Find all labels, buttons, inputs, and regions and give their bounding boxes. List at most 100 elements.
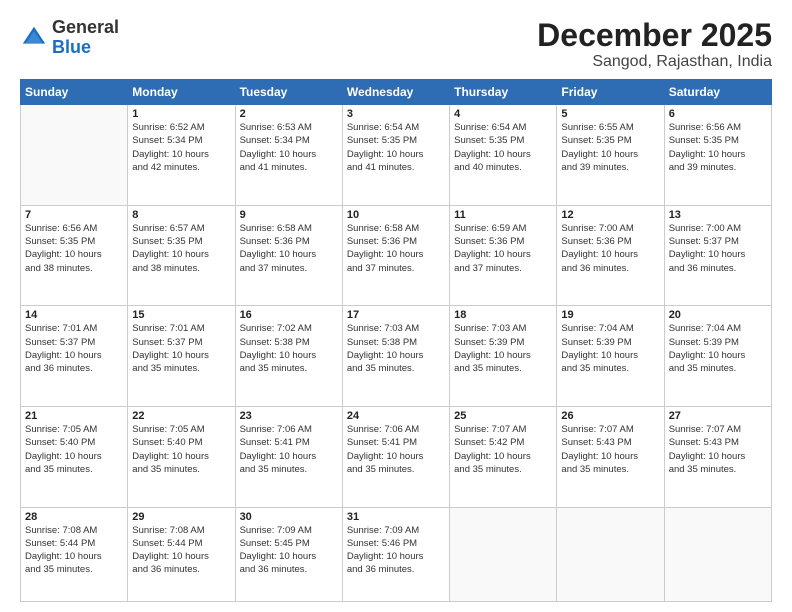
cell-info-line: Daylight: 10 hours [347,450,445,463]
cell-info-line: Sunset: 5:37 PM [669,235,767,248]
calendar-cell: 14Sunrise: 7:01 AMSunset: 5:37 PMDayligh… [21,306,128,407]
header: General Blue December 2025 Sangod, Rajas… [20,18,772,71]
day-number: 16 [240,309,338,321]
cell-info-line: and 37 minutes. [347,262,445,275]
cell-info-line: Sunset: 5:44 PM [132,537,230,550]
cell-info-line: Sunrise: 7:07 AM [669,423,767,436]
day-number: 20 [669,309,767,321]
cell-info-line: Daylight: 10 hours [25,450,123,463]
cell-info-line: Sunset: 5:35 PM [132,235,230,248]
calendar-cell: 18Sunrise: 7:03 AMSunset: 5:39 PMDayligh… [450,306,557,407]
cell-info-line: Sunset: 5:40 PM [132,436,230,449]
weekday-friday: Friday [557,80,664,105]
cell-info-line: and 36 minutes. [240,563,338,576]
cell-info-line: Daylight: 10 hours [454,148,552,161]
cell-info-line: Sunset: 5:45 PM [240,537,338,550]
cell-info-line: Sunset: 5:35 PM [561,134,659,147]
logo-blue-text: Blue [52,37,91,57]
cell-info-line: Sunset: 5:39 PM [669,336,767,349]
cell-info-line: and 40 minutes. [454,161,552,174]
week-row-3: 14Sunrise: 7:01 AMSunset: 5:37 PMDayligh… [21,306,772,407]
day-number: 10 [347,209,445,221]
day-number: 21 [25,410,123,422]
cell-info-line: Sunrise: 6:53 AM [240,121,338,134]
weekday-monday: Monday [128,80,235,105]
cell-info-line: Sunrise: 7:08 AM [25,524,123,537]
cell-info-line: Daylight: 10 hours [669,248,767,261]
cell-info-line: Sunset: 5:36 PM [561,235,659,248]
cell-info-line: Sunset: 5:42 PM [454,436,552,449]
calendar-cell: 22Sunrise: 7:05 AMSunset: 5:40 PMDayligh… [128,406,235,507]
cell-info-line: and 39 minutes. [669,161,767,174]
cell-info-line: Daylight: 10 hours [347,550,445,563]
calendar-cell: 28Sunrise: 7:08 AMSunset: 5:44 PMDayligh… [21,507,128,601]
calendar-cell: 10Sunrise: 6:58 AMSunset: 5:36 PMDayligh… [342,205,449,306]
cell-info-line: Daylight: 10 hours [561,349,659,362]
cell-info-line: and 35 minutes. [561,463,659,476]
calendar-cell: 23Sunrise: 7:06 AMSunset: 5:41 PMDayligh… [235,406,342,507]
cell-info-line: and 35 minutes. [347,463,445,476]
cell-info-line: Daylight: 10 hours [669,349,767,362]
cell-info-line: and 36 minutes. [132,563,230,576]
cell-info-line: Sunrise: 7:04 AM [561,322,659,335]
logo-general-text: General [52,17,119,37]
weekday-saturday: Saturday [664,80,771,105]
cell-info-line: and 35 minutes. [132,362,230,375]
calendar-cell [664,507,771,601]
cell-info-line: and 35 minutes. [347,362,445,375]
day-number: 2 [240,108,338,120]
cell-info-line: Sunrise: 7:08 AM [132,524,230,537]
cell-info-line: and 38 minutes. [25,262,123,275]
cell-info-line: and 35 minutes. [240,463,338,476]
page: General Blue December 2025 Sangod, Rajas… [0,0,792,612]
cell-info-line: Sunset: 5:41 PM [347,436,445,449]
cell-info-line: and 35 minutes. [454,362,552,375]
cell-info-line: Sunrise: 6:58 AM [347,222,445,235]
cell-info-line: Sunset: 5:43 PM [561,436,659,449]
calendar-cell: 15Sunrise: 7:01 AMSunset: 5:37 PMDayligh… [128,306,235,407]
weekday-header-row: SundayMondayTuesdayWednesdayThursdayFrid… [21,80,772,105]
day-number: 15 [132,309,230,321]
cell-info-line: Daylight: 10 hours [132,349,230,362]
cell-info-line: Daylight: 10 hours [240,148,338,161]
cell-info-line: Sunset: 5:40 PM [25,436,123,449]
calendar-cell: 9Sunrise: 6:58 AMSunset: 5:36 PMDaylight… [235,205,342,306]
day-number: 1 [132,108,230,120]
calendar-cell: 13Sunrise: 7:00 AMSunset: 5:37 PMDayligh… [664,205,771,306]
cell-info-line: Sunrise: 7:03 AM [454,322,552,335]
cell-info-line: Sunrise: 7:00 AM [669,222,767,235]
weekday-tuesday: Tuesday [235,80,342,105]
cell-info-line: Sunrise: 6:59 AM [454,222,552,235]
cell-info-line: Sunset: 5:34 PM [240,134,338,147]
cell-info-line: and 35 minutes. [240,362,338,375]
cell-info-line: and 35 minutes. [669,362,767,375]
day-number: 27 [669,410,767,422]
cell-info-line: Daylight: 10 hours [669,148,767,161]
calendar-cell: 12Sunrise: 7:00 AMSunset: 5:36 PMDayligh… [557,205,664,306]
calendar-cell: 29Sunrise: 7:08 AMSunset: 5:44 PMDayligh… [128,507,235,601]
cell-info-line: Sunset: 5:38 PM [347,336,445,349]
day-number: 28 [25,511,123,523]
cell-info-line: Daylight: 10 hours [669,450,767,463]
cell-info-line: Sunset: 5:44 PM [25,537,123,550]
cell-info-line: Sunset: 5:35 PM [454,134,552,147]
cell-info-line: Sunset: 5:36 PM [240,235,338,248]
day-number: 14 [25,309,123,321]
calendar-cell [557,507,664,601]
cell-info-line: Sunset: 5:38 PM [240,336,338,349]
cell-info-line: and 42 minutes. [132,161,230,174]
calendar-cell: 30Sunrise: 7:09 AMSunset: 5:45 PMDayligh… [235,507,342,601]
cell-info-line: Sunrise: 6:56 AM [669,121,767,134]
cell-info-line: and 36 minutes. [669,262,767,275]
cell-info-line: Sunset: 5:35 PM [669,134,767,147]
cell-info-line: Sunset: 5:41 PM [240,436,338,449]
cell-info-line: Sunset: 5:39 PM [561,336,659,349]
cell-info-line: Daylight: 10 hours [454,450,552,463]
calendar-cell [450,507,557,601]
cell-info-line: and 35 minutes. [669,463,767,476]
day-number: 13 [669,209,767,221]
cell-info-line: and 35 minutes. [132,463,230,476]
month-title: December 2025 [537,18,772,53]
cell-info-line: Sunrise: 6:57 AM [132,222,230,235]
cell-info-line: and 41 minutes. [240,161,338,174]
